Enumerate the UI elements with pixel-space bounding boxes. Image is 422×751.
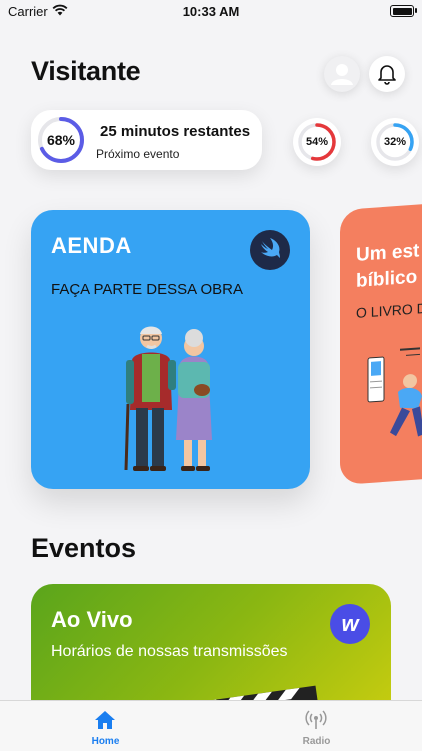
progress-ring: 68%	[37, 116, 85, 164]
tab-radio[interactable]: Radio	[211, 701, 422, 751]
antenna-icon	[305, 710, 327, 729]
card-title: Ao Vivo	[51, 607, 133, 632]
card-subtitle: Horários de nossas transmissões	[51, 643, 288, 660]
card-title: Um est bíblico	[356, 240, 420, 292]
status-bar: Carrier 10:33 AM	[0, 0, 422, 24]
battery-icon	[390, 5, 417, 17]
card-subtitle: FAÇA PARTE DESSA OBRA	[51, 281, 244, 298]
featured-card-aenda[interactable]: AENDA FAÇA PARTE DESSA OBRA	[31, 210, 310, 489]
notifications-button[interactable]	[369, 56, 405, 92]
progress-mini-1[interactable]: 54%	[293, 118, 341, 166]
progress-ring: 32%	[375, 122, 415, 162]
person-icon	[331, 64, 353, 85]
time-remaining: 25 minutos restantes	[100, 123, 251, 140]
tab-label: Home	[91, 736, 120, 747]
next-event-label: Próximo evento	[96, 147, 180, 161]
progress-ring: 54%	[297, 122, 337, 162]
tab-label: Radio	[302, 736, 331, 747]
next-event-card[interactable]: 68% 25 minutos restantes Próximo evento	[31, 110, 262, 170]
webflow-icon: w	[330, 604, 370, 644]
featured-card-bible-study[interactable]: Um est bíblico O LIVRO D	[340, 202, 422, 485]
profile-button[interactable]	[324, 56, 360, 92]
progress-percent: 68%	[46, 132, 76, 148]
card-title: AENDA	[51, 233, 132, 258]
house-icon	[95, 711, 115, 729]
reading-illustration	[367, 347, 422, 437]
bell-icon	[378, 65, 396, 85]
card-subtitle: O LIVRO D	[356, 299, 422, 321]
tab-home[interactable]: Home	[0, 701, 211, 751]
tab-bar: Home Radio	[0, 700, 422, 751]
elderly-couple-illustration	[124, 326, 212, 471]
page-title: Visitante	[31, 56, 141, 86]
clock: 10:33 AM	[182, 4, 240, 19]
swift-icon	[250, 230, 290, 270]
progress-mini-2[interactable]: 32%	[371, 118, 419, 166]
progress-percent: 54%	[305, 136, 329, 148]
events-section-title: Eventos	[31, 533, 137, 563]
progress-percent: 32%	[383, 136, 407, 148]
